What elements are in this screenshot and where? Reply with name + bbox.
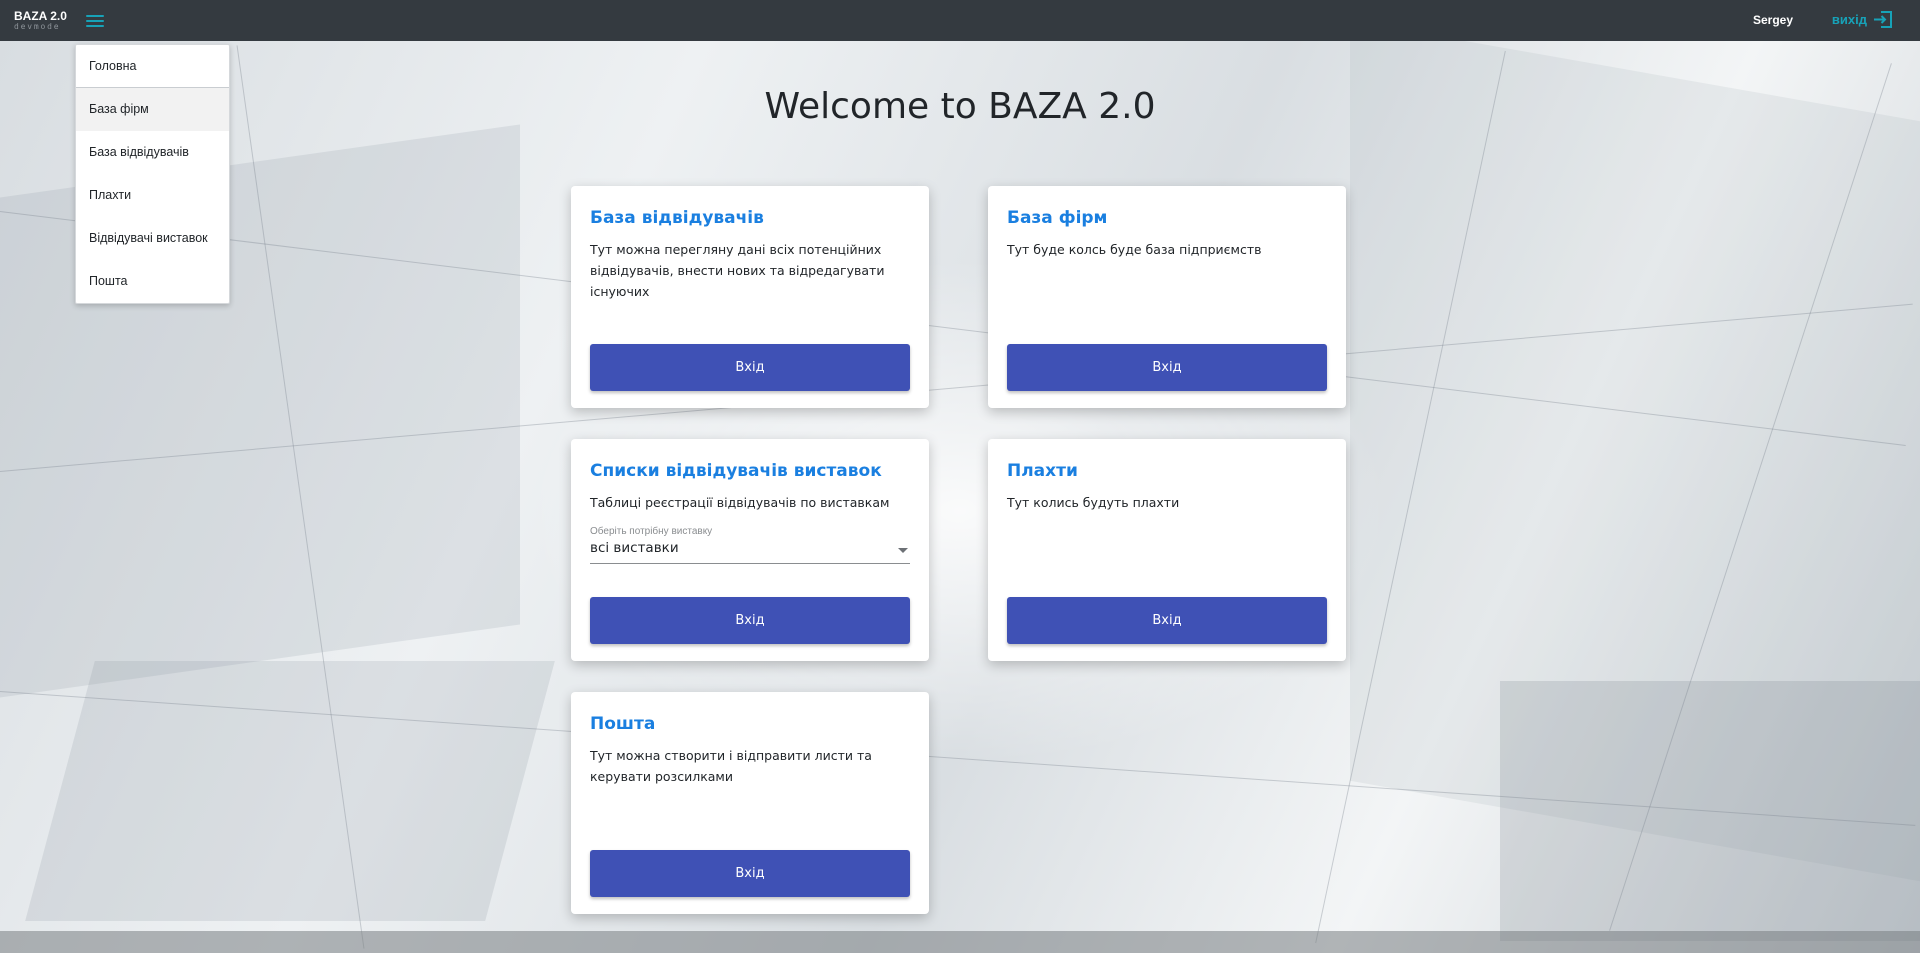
card-text: Тут можна створити і відправити листи та… xyxy=(590,748,872,784)
user-name: Sergey xyxy=(1752,13,1793,27)
card-text: Тут колись будуть плахти xyxy=(1007,495,1180,510)
enter-button[interactable]: Вхід xyxy=(590,597,910,644)
logout-button[interactable]: вихід xyxy=(1832,10,1894,29)
menu-item-mail[interactable]: Пошта xyxy=(76,260,229,303)
logout-label: вихід xyxy=(1831,12,1867,27)
card-firms: База фірм Тут буде колсь буде база підпр… xyxy=(988,186,1346,408)
brand-subtitle: devmode xyxy=(14,22,61,31)
top-navbar: BAZA 2.0 devmode Sergey вихід xyxy=(0,0,1920,41)
menu-item-visitors[interactable]: База відвідувачів xyxy=(76,131,229,174)
brand-title: BAZA 2.0 xyxy=(14,9,67,23)
menu-item-exhibition-visitors[interactable]: Відвідувачі виставок xyxy=(76,217,229,260)
page-title: Welcome to BAZA 2.0 xyxy=(764,86,1156,127)
menu-item-plakhty[interactable]: Плахти xyxy=(76,174,229,217)
card-title: Списки відвідувачів виставок xyxy=(590,461,882,481)
brand[interactable]: BAZA 2.0 devmode xyxy=(14,10,67,31)
card-text: Тут буде колсь буде база підприємств xyxy=(1007,242,1262,257)
select-label: Оберіть потрібну виставку xyxy=(590,526,713,537)
card-exhibition-lists: Списки відвідувачів виставок Таблиці реє… xyxy=(571,439,929,661)
card-text: Тут можна перегляну дані всіх потенційни… xyxy=(590,242,885,299)
enter-button[interactable]: Вхід xyxy=(590,344,910,391)
card-title: База відвідувачів xyxy=(590,208,764,228)
exhibition-select[interactable]: Оберіть потрібну виставку всі виставки xyxy=(590,526,910,564)
select-value: всі виставки xyxy=(590,540,679,556)
card-title: Плахти xyxy=(1007,461,1078,481)
footer-bar xyxy=(0,931,1920,953)
hamburger-icon[interactable] xyxy=(85,13,105,29)
card-title: Пошта xyxy=(590,714,656,734)
card-title: База фірм xyxy=(1007,208,1108,228)
menu-item-firms[interactable]: База фірм xyxy=(76,88,229,131)
enter-button[interactable]: Вхід xyxy=(590,850,910,897)
nav-dropdown-menu: Головна База фірм База відвідувачів Плах… xyxy=(75,44,230,304)
card-text: Таблиці реєстрації відвідувачів по виста… xyxy=(590,495,890,510)
logout-icon xyxy=(1874,11,1892,28)
caret-down-icon xyxy=(898,548,908,553)
enter-button[interactable]: Вхід xyxy=(1007,344,1327,391)
enter-button[interactable]: Вхід xyxy=(1007,597,1327,644)
menu-item-home[interactable]: Головна xyxy=(76,45,229,88)
background-image xyxy=(0,41,1920,953)
card-plakhty: Плахти Тут колись будуть плахти Вхід xyxy=(988,439,1346,661)
card-visitors: База відвідувачів Тут можна перегляну да… xyxy=(571,186,929,408)
card-mail: Пошта Тут можна створити і відправити ли… xyxy=(571,692,929,914)
